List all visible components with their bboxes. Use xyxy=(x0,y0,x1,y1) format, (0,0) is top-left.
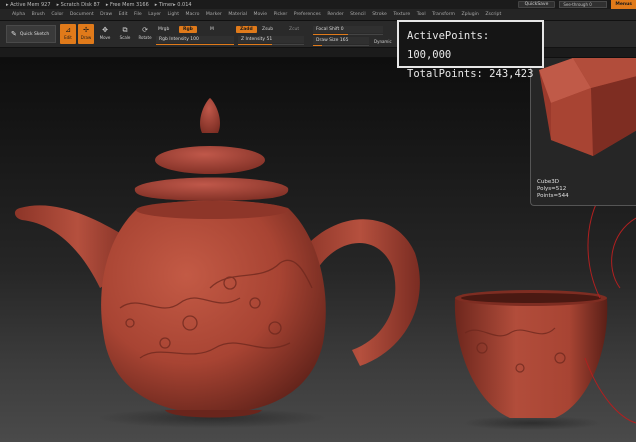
cube-thumbnail xyxy=(539,58,636,156)
menu-item-material[interactable]: Material xyxy=(228,12,247,17)
scale-icon: ⧉ xyxy=(122,26,128,34)
rotate-button[interactable]: ⟳ Rotate xyxy=(137,24,153,44)
menus-button[interactable]: Menus xyxy=(611,0,636,9)
scale-label: Scale xyxy=(119,35,131,40)
teapot-lid-dome xyxy=(155,146,265,174)
menu-item-stroke[interactable]: Stroke xyxy=(372,12,387,17)
move-button[interactable]: ✥ Move xyxy=(97,24,113,44)
teapot-rim xyxy=(136,201,288,219)
cup-shadow xyxy=(462,416,602,430)
title-bar-controls: QuickSave See-through 0 Menus xyxy=(517,0,636,9)
tool-stats: Cube3D Polys=512 Points=544 xyxy=(537,179,569,200)
zcut-button[interactable]: Zcut xyxy=(285,26,303,33)
edit-icon: ⊿ xyxy=(65,26,71,34)
edit-button[interactable]: ⊿ Edit xyxy=(60,24,76,44)
zsub-button[interactable]: Zsub xyxy=(262,27,273,32)
z-intensity-label: Z Intensity 51 xyxy=(241,37,273,42)
pencil-icon: ✎ xyxy=(11,30,17,38)
rgb-button[interactable]: Rgb xyxy=(179,26,197,33)
menu-item-edit[interactable]: Edit xyxy=(119,12,128,17)
menu-item-movie[interactable]: Movie xyxy=(253,12,267,17)
menu-item-macro[interactable]: Macro xyxy=(186,12,200,17)
teapot-model[interactable] xyxy=(14,98,420,428)
focal-shift-label: Focal Shift 0 xyxy=(316,27,344,32)
free-mem-readout: ▸ Free Mem 3166 xyxy=(105,1,149,8)
title-bar: ▸ Active Mem 927 ▸ Scratch Disk 87 ▸ Fre… xyxy=(0,0,636,9)
menu-item-light[interactable]: Light xyxy=(168,12,179,17)
menu-item-brush[interactable]: Brush xyxy=(32,12,45,17)
menu-item-alpha[interactable]: Alpha xyxy=(12,12,25,17)
rgb-intensity-fill xyxy=(156,44,234,45)
tool-polys: Polys=512 xyxy=(537,186,567,192)
z-intensity-slider[interactable]: Z Intensity 51 xyxy=(238,36,304,45)
edit-label: Edit xyxy=(64,35,72,40)
teapot-body xyxy=(101,200,326,414)
tool-name: Cube3D xyxy=(537,179,559,185)
see-through-label: See-through 0 xyxy=(563,2,592,7)
menu-item-layer[interactable]: Layer xyxy=(148,12,161,17)
menu-item-zscript[interactable]: Zscript xyxy=(485,12,501,17)
scratch-disk-readout: ▸ Scratch Disk 87 xyxy=(56,1,100,8)
tool-points: Points=544 xyxy=(537,193,569,199)
active-points-readout: ActivePoints: 100,000 xyxy=(407,30,490,61)
mrgb-button[interactable]: Mrgb xyxy=(158,27,169,32)
menu-item-zplugin[interactable]: Zplugin xyxy=(461,12,478,17)
dynamic-button[interactable]: Dynamic xyxy=(374,39,392,44)
menu-item-marker[interactable]: Marker xyxy=(206,12,222,17)
points-overlay: ActivePoints: 100,000 TotalPoints: 243,4… xyxy=(397,20,544,80)
draw-size-label: Draw Size 165 xyxy=(316,38,349,43)
cup-body xyxy=(454,298,608,418)
draw-button[interactable]: ✢ Draw xyxy=(78,24,94,44)
quick-sketch-button[interactable]: ✎ Quick Sketch xyxy=(6,25,56,43)
tool-thumbnail-panel[interactable]: Cube3D Polys=512 Points=544 xyxy=(530,58,636,206)
menu-item-draw[interactable]: Draw xyxy=(100,12,112,17)
rotate-label: Rotate xyxy=(138,35,152,40)
quicksave-button[interactable]: QuickSave xyxy=(517,1,556,8)
draw-icon: ✢ xyxy=(83,26,89,34)
rgb-intensity-slider[interactable]: Rgb Intensity 100 xyxy=(156,36,234,45)
draw-size-fill xyxy=(313,45,323,46)
menu-item-color[interactable]: Color xyxy=(51,12,63,17)
menu-item-tool[interactable]: Tool xyxy=(417,12,426,17)
z-intensity-fill xyxy=(238,44,272,45)
menu-item-file[interactable]: File xyxy=(134,12,142,17)
draw-size-slider[interactable]: Draw Size 165 xyxy=(313,37,369,46)
see-through-slider[interactable]: See-through 0 xyxy=(559,1,608,8)
total-points-readout: TotalPoints: 243,423 xyxy=(407,68,534,80)
scale-button[interactable]: ⧉ Scale xyxy=(117,24,133,44)
move-icon: ✥ xyxy=(102,26,108,34)
rotate-icon: ⟳ xyxy=(142,26,148,34)
menu-item-stencil[interactable]: Stencil xyxy=(350,12,366,17)
menu-item-preferences[interactable]: Preferences xyxy=(294,12,321,17)
menu-item-texture[interactable]: Texture xyxy=(393,12,410,17)
teapot-lid-knob xyxy=(200,98,220,133)
menu-item-transform[interactable]: Transform xyxy=(432,12,455,17)
cup-interior xyxy=(461,293,601,303)
rgb-intensity-label: Rgb Intensity 100 xyxy=(159,37,199,42)
focal-shift-fill xyxy=(313,34,348,35)
quick-sketch-label: Quick Sketch xyxy=(19,31,50,37)
timer-readout: ▸ Timer▸ 0.014 xyxy=(154,1,192,8)
menu-item-render[interactable]: Render xyxy=(327,12,343,17)
teapot-lid xyxy=(134,177,289,201)
m-button[interactable]: M xyxy=(210,27,214,32)
focal-shift-slider[interactable]: Focal Shift 0 xyxy=(313,26,383,35)
cup-model[interactable] xyxy=(454,290,608,430)
menu-item-document[interactable]: Document xyxy=(70,12,94,17)
move-label: Move xyxy=(99,35,111,40)
zadd-button[interactable]: Zadd xyxy=(236,26,257,33)
menu-item-picker[interactable]: Picker xyxy=(274,12,288,17)
active-mem-readout: ▸ Active Mem 927 xyxy=(6,1,51,8)
draw-label: Draw xyxy=(80,35,92,40)
